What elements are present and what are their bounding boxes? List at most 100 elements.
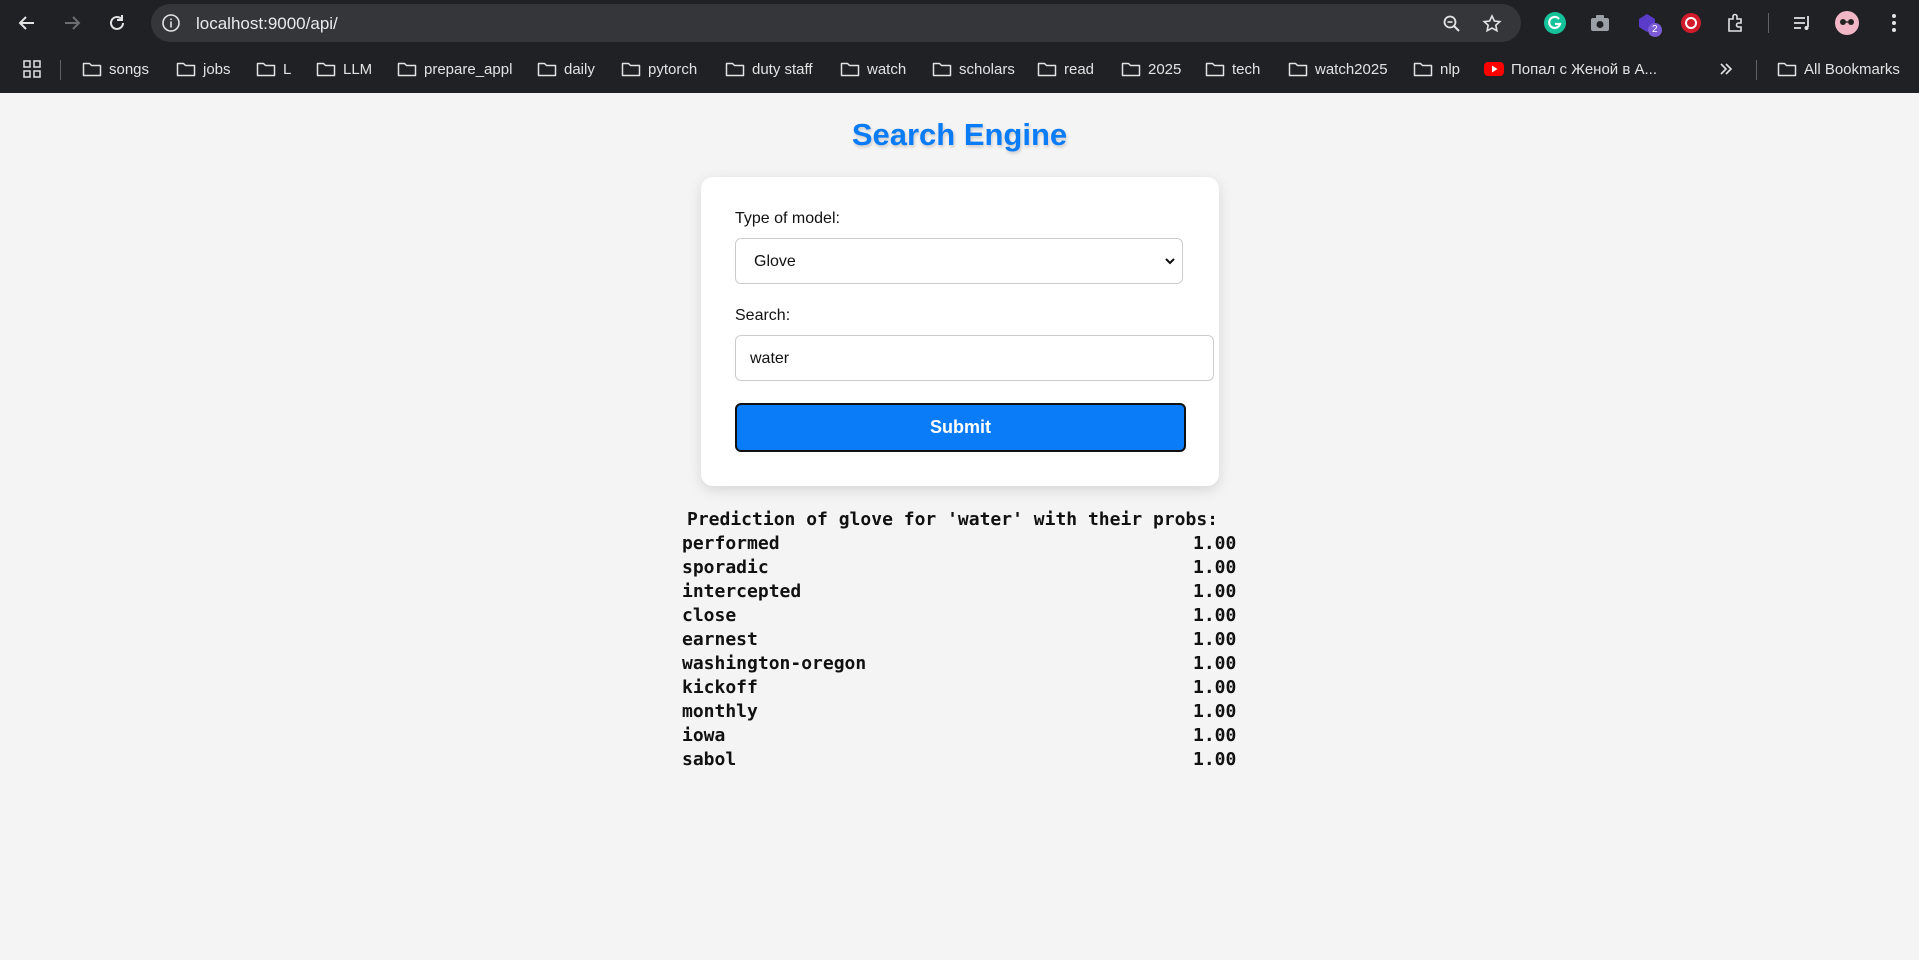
result-word: washington-oregon — [682, 653, 867, 674]
folder-icon — [725, 62, 745, 77]
extension-badge: 2 — [1648, 23, 1662, 37]
youtube-icon — [1484, 62, 1504, 76]
result-row: performed 1.00 — [682, 532, 1242, 556]
url-text[interactable]: localhost:9000/api/ — [196, 14, 338, 34]
bookmark-label: prepare_appl — [424, 60, 513, 78]
folder-icon — [1037, 62, 1057, 77]
bookmark-label: watch — [867, 60, 907, 78]
bookmark-label: read — [1064, 60, 1095, 78]
search-label: Search: — [735, 307, 791, 324]
result-word: intercepted — [682, 581, 802, 602]
purple-extension-icon[interactable]: 2 — [1634, 10, 1662, 37]
bookmark-item[interactable]: L — [256, 58, 291, 80]
result-word: sabol — [682, 749, 737, 770]
folder-icon — [82, 62, 102, 77]
bookmarks-divider — [60, 60, 61, 80]
site-info-icon[interactable] — [161, 13, 181, 33]
result-word: iowa — [682, 725, 726, 746]
bookmark-item[interactable]: 2025 — [1121, 58, 1181, 80]
bookmark-label: L — [283, 60, 292, 78]
apps-grid-icon[interactable] — [22, 58, 49, 80]
all-bookmarks-label: All Bookmarks — [1804, 60, 1900, 78]
all-bookmarks-folder[interactable]: All Bookmarks — [1777, 58, 1900, 80]
zoom-icon[interactable] — [1441, 13, 1463, 35]
result-row: earnest 1.00 — [682, 628, 1242, 652]
bookmark-item[interactable]: scholars — [932, 58, 1015, 80]
bookmark-item[interactable]: read — [1037, 58, 1094, 80]
folder-icon — [1777, 62, 1797, 77]
search-input-value: water — [750, 350, 790, 367]
bookmark-label: duty staff — [752, 60, 813, 78]
bookmark-label: 2025 — [1148, 60, 1182, 78]
bookmark-item[interactable]: duty staff — [725, 58, 813, 80]
bookmark-item[interactable]: pytorch — [621, 58, 697, 80]
forward-button[interactable] — [58, 9, 86, 37]
result-row: monthly 1.00 — [682, 700, 1242, 724]
bookmark-item[interactable]: daily — [537, 58, 595, 80]
bookmark-label: pytorch — [648, 60, 698, 78]
profile-avatar[interactable] — [1834, 10, 1860, 36]
prediction-results: Prediction of glove for 'water' with the… — [682, 508, 1242, 772]
bookmark-item[interactable]: nlp — [1413, 58, 1460, 80]
result-word: performed — [682, 533, 780, 554]
search-input[interactable]: water — [735, 335, 1214, 381]
grammarly-extension-icon[interactable] — [1542, 10, 1568, 36]
bookmark-item[interactable]: jobs — [176, 58, 231, 80]
bookmark-label: Попал с Женой в А... — [1511, 60, 1658, 78]
back-arrow-icon — [18, 16, 34, 30]
bookmark-label: songs — [109, 60, 150, 78]
result-word: monthly — [682, 701, 758, 722]
bookmark-item[interactable]: songs — [82, 58, 149, 80]
folder-icon — [1413, 62, 1433, 77]
folder-icon — [621, 62, 641, 77]
bookmark-star-icon[interactable] — [1481, 13, 1503, 35]
address-bar[interactable]: localhost:9000/api/ — [151, 4, 1521, 42]
folder-icon — [1205, 62, 1225, 77]
model-type-selected-value: Glove — [754, 253, 796, 270]
folder-icon — [397, 62, 417, 77]
toolbar-divider — [1768, 13, 1769, 33]
reload-button[interactable] — [103, 9, 131, 37]
submit-button[interactable]: Submit — [735, 403, 1186, 452]
bookmark-item[interactable]: watch — [840, 58, 906, 80]
bookmark-label: daily — [564, 60, 595, 78]
folder-icon — [176, 62, 196, 77]
result-prob: 1.00 — [1193, 533, 1237, 554]
result-prob: 1.00 — [1193, 725, 1237, 746]
chevron-down-icon — [1165, 258, 1175, 265]
result-prob: 1.00 — [1193, 581, 1237, 602]
reload-icon — [110, 15, 124, 30]
more-bookmarks-chevron-icon[interactable] — [1718, 58, 1741, 80]
folder-icon — [1121, 62, 1141, 77]
folder-icon — [932, 62, 952, 77]
result-prob: 1.00 — [1193, 557, 1237, 578]
result-prob: 1.00 — [1193, 677, 1237, 698]
search-form-card: Type of model: Glove Search: water Submi… — [701, 177, 1219, 486]
bookmark-item[interactable]: Попал с Женой в А... — [1484, 58, 1657, 80]
result-row: iowa 1.00 — [682, 724, 1242, 748]
bookmark-item[interactable]: tech — [1205, 58, 1260, 80]
bookmarks-bar: songs jobs L LLM prepare_appl daily pytorch dut… — [0, 46, 1919, 93]
bookmark-label: watch2025 — [1315, 60, 1388, 78]
result-prob: 1.00 — [1193, 605, 1237, 626]
red-extension-icon[interactable] — [1678, 10, 1704, 36]
bookmarks-divider — [1756, 60, 1757, 80]
bookmark-item[interactable]: LLM — [316, 58, 372, 80]
browser-menu-icon[interactable] — [1881, 10, 1907, 36]
model-type-select[interactable]: Glove — [735, 238, 1183, 284]
browser-toolbar: localhost:9000/api/ 2 — [0, 0, 1919, 46]
page-title: Search Engine — [851, 117, 1068, 152]
result-row: close 1.00 — [682, 604, 1242, 628]
reading-list-icon[interactable] — [1789, 10, 1815, 36]
result-prob: 1.00 — [1193, 629, 1237, 650]
back-button[interactable] — [13, 9, 41, 37]
folder-icon — [537, 62, 557, 77]
bookmark-label: jobs — [203, 60, 231, 78]
result-row: intercepted 1.00 — [682, 580, 1242, 604]
bookmark-item[interactable]: watch2025 — [1288, 58, 1388, 80]
folder-icon — [840, 62, 860, 77]
bookmark-item[interactable]: prepare_appl — [397, 58, 512, 80]
camera-extension-icon[interactable] — [1587, 10, 1613, 36]
bookmark-label: LLM — [343, 60, 373, 78]
extensions-puzzle-icon[interactable] — [1723, 10, 1749, 36]
